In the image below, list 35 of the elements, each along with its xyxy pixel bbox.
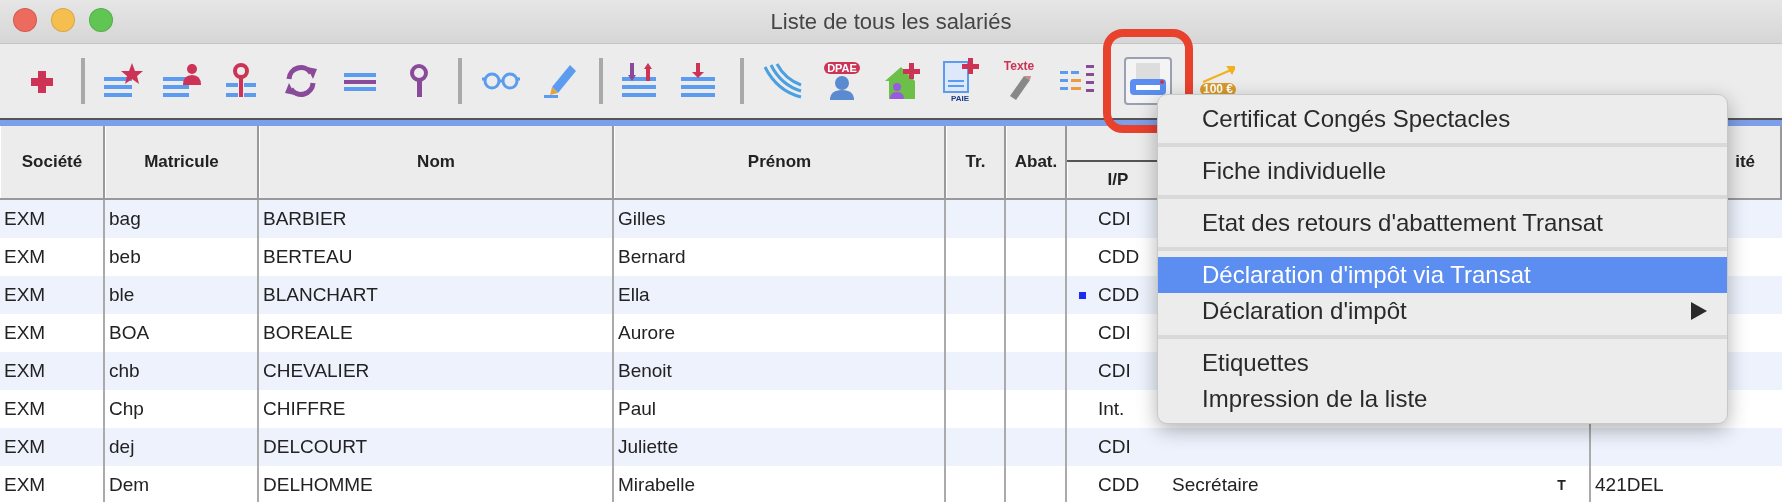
menu-item[interactable]: Etiquettes: [1158, 345, 1727, 381]
column-header[interactable]: Matricule: [105, 126, 259, 198]
menu-item[interactable]: Déclaration d'impôt: [1158, 293, 1727, 329]
waves-icon: [763, 61, 803, 101]
menu-item[interactable]: Etat des retours d'abattement Transat: [1158, 205, 1727, 241]
table-cell: CDI: [1098, 208, 1131, 230]
person-badge-button[interactable]: DPAE: [818, 57, 866, 105]
table-cell: CDD: [1098, 284, 1140, 306]
person-icon: [827, 74, 857, 101]
table-cell: CDI: [1098, 360, 1131, 382]
column-header[interactable]: Nom: [259, 126, 614, 198]
table-cell: DELHOMME: [259, 466, 614, 502]
document-icon: [940, 58, 980, 95]
chart-arrow-icon: [1201, 65, 1235, 83]
menu-item[interactable]: Certificat Congés Spectacles: [1158, 101, 1727, 137]
table-cell: CDD: [1098, 246, 1140, 268]
table-cell: CDD: [1098, 474, 1140, 496]
table-cell: EXM: [0, 466, 105, 502]
table-cell: Mirabelle: [614, 466, 946, 502]
table-cell: T: [1557, 477, 1566, 493]
table-cell: 421DEL: [1595, 474, 1664, 496]
column-header[interactable]: Tr.: [946, 126, 1006, 198]
text-pen-button[interactable]: Texte: [995, 57, 1043, 105]
document-add-button[interactable]: PAIE: [936, 57, 984, 105]
column-header[interactable]: Abat.: [1006, 126, 1067, 198]
table-cell: Int.: [1098, 398, 1125, 420]
table-cell: Secrétaire: [1172, 474, 1259, 496]
close-button[interactable]: [13, 8, 37, 32]
column-header[interactable]: Société: [0, 126, 105, 198]
menu-item[interactable]: Impression de la liste: [1158, 381, 1727, 417]
column-header[interactable]: Prénom: [614, 126, 946, 198]
table-cell: CDI: [1098, 322, 1131, 344]
table-cell: CDI: [1098, 436, 1131, 458]
table-cell: Dem: [105, 466, 259, 502]
window-title: Liste de tous les salariés: [770, 8, 1012, 35]
